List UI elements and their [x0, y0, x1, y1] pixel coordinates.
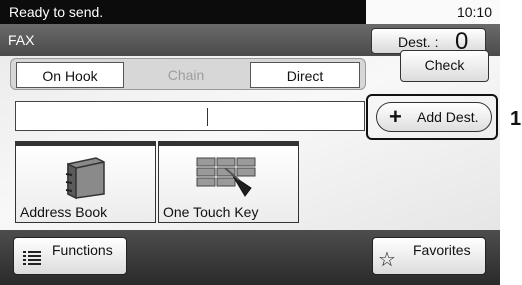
tab-chain: Chain [167, 67, 205, 83]
clock-area: 10:10 [366, 0, 500, 24]
status-message: Ready to send. [9, 4, 104, 20]
mode-title: FAX [8, 32, 35, 48]
address-book-button[interactable]: Address Book [15, 141, 156, 223]
functions-button[interactable]: Functions [13, 237, 127, 275]
functions-label: Functions [52, 242, 113, 258]
status-bar: Ready to send. 10:10 [0, 0, 500, 24]
add-destination-button[interactable]: + Add Dest. [376, 102, 492, 132]
fax-screen: Ready to send. 10:10 FAX Dest. : 0 On Ho… [0, 0, 500, 285]
address-book-label: Address Book [20, 204, 108, 220]
text-cursor [207, 108, 208, 126]
callout-number: 1 [510, 108, 522, 130]
one-touch-key-label: One Touch Key [163, 204, 259, 220]
tab-direct[interactable]: Direct [250, 62, 360, 88]
plus-icon: + [389, 104, 402, 129]
favorites-button[interactable]: ☆ Favorites [372, 237, 486, 275]
clock-time: 10:10 [456, 4, 492, 20]
star-icon: ☆ [378, 249, 396, 271]
tab-on-hook[interactable]: On Hook [16, 62, 124, 88]
list-icon [23, 251, 41, 265]
one-touch-key-icon [196, 157, 256, 197]
check-button[interactable]: Check [400, 50, 489, 82]
destination-count-label: Dest. : [398, 34, 439, 50]
one-touch-key-button[interactable]: One Touch Key [158, 141, 299, 223]
favorites-label: Favorites [413, 242, 471, 258]
address-book-icon [65, 157, 105, 200]
add-destination-label: Add Dest. [417, 109, 479, 125]
destination-input[interactable] [15, 101, 365, 131]
